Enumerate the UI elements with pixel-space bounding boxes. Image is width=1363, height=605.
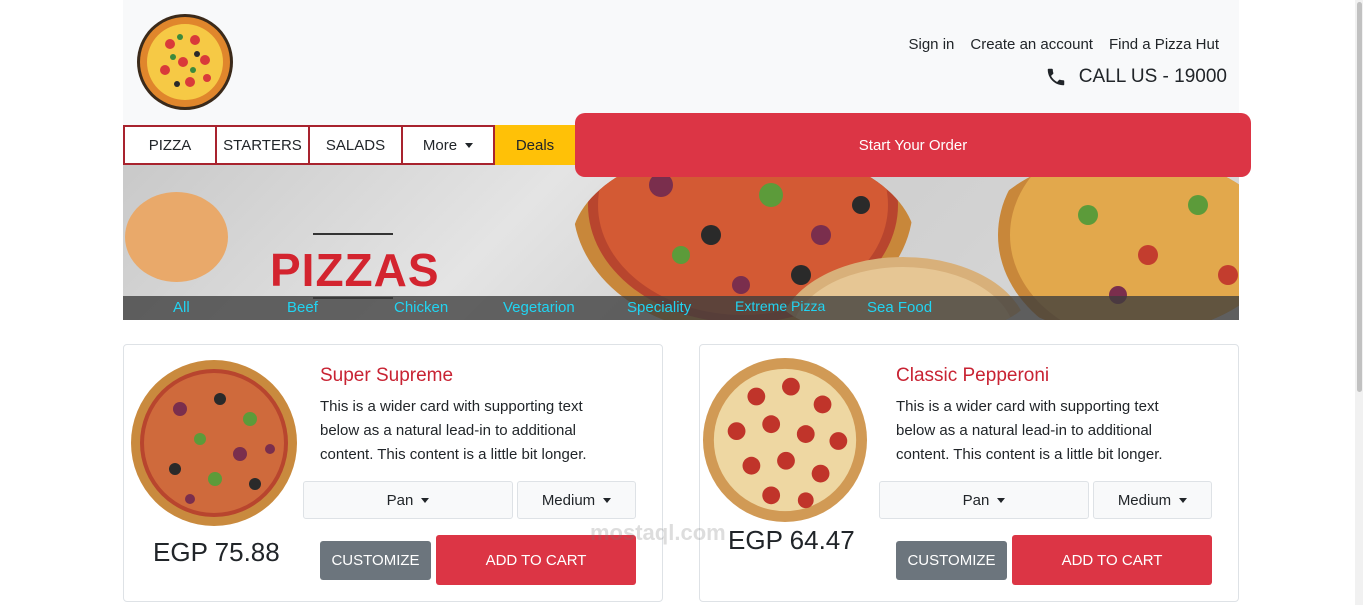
nav-pizza-button[interactable]: PIZZA xyxy=(123,125,217,165)
sign-in-link[interactable]: Sign in xyxy=(909,36,955,53)
product-description: This is a wider card with supporting tex… xyxy=(320,398,587,463)
caret-down-icon xyxy=(465,142,474,148)
call-us[interactable]: CALL US - 19000 xyxy=(1045,66,1227,88)
watermark: mostaql.com xyxy=(590,520,726,545)
size-value: Medium xyxy=(541,491,596,509)
category-speciality[interactable]: Speciality xyxy=(627,299,691,316)
create-account-link[interactable]: Create an account xyxy=(970,36,1093,53)
find-store-link[interactable]: Find a Pizza Hut xyxy=(1109,36,1219,53)
category-bar: All Beef Chicken Vegetarion Speciality E… xyxy=(123,296,1239,320)
classic-pepperoni-pizza-image xyxy=(702,357,868,523)
banner-title: PIZZAS xyxy=(270,244,440,296)
caret-down-icon xyxy=(1179,497,1188,503)
page: Sign in Create an account Find a Pizza H… xyxy=(123,0,1251,605)
product-card: Classic Pepperoni This is a wider card w… xyxy=(699,344,1239,602)
page-scrollbar[interactable] xyxy=(1355,0,1363,605)
caret-down-icon xyxy=(421,497,430,503)
crust-select[interactable]: Pan xyxy=(879,481,1089,519)
nav-deals-button[interactable]: Deals xyxy=(495,125,575,165)
category-chicken[interactable]: Chicken xyxy=(394,299,448,316)
nav-salads-button[interactable]: SALADS xyxy=(310,125,403,165)
banner-divider xyxy=(313,233,393,235)
crust-value: Pan xyxy=(386,491,414,509)
add-to-cart-button[interactable]: ADD TO CART xyxy=(1012,535,1212,585)
account-links: Sign in Create an account Find a Pizza H… xyxy=(909,36,1220,53)
category-beef[interactable]: Beef xyxy=(287,299,318,316)
customize-button[interactable]: CUSTOMIZE xyxy=(320,541,431,580)
category-all[interactable]: All xyxy=(173,299,190,316)
pizza-banner: PIZZAS All Beef Chicken Vegetarion Speci… xyxy=(123,165,1239,320)
crust-value: Pan xyxy=(962,491,990,509)
caret-down-icon xyxy=(997,497,1006,503)
nav-more-dropdown[interactable]: More xyxy=(403,125,495,165)
category-extreme-pizza[interactable]: Extreme Pizza xyxy=(735,298,825,314)
size-select[interactable]: Medium xyxy=(517,481,636,519)
size-value: Medium xyxy=(1117,491,1172,509)
nav-more-label: More xyxy=(422,136,458,154)
product-description: This is a wider card with supporting tex… xyxy=(896,398,1163,463)
product-price: EGP 75.88 xyxy=(153,537,280,567)
site-header: Sign in Create an account Find a Pizza H… xyxy=(123,0,1239,125)
customize-button[interactable]: CUSTOMIZE xyxy=(896,541,1007,580)
product-price: EGP 64.47 xyxy=(728,525,855,555)
call-label: CALL US - 19000 xyxy=(1078,66,1227,87)
banner-decoration xyxy=(125,192,228,282)
crust-select[interactable]: Pan xyxy=(303,481,513,519)
size-select[interactable]: Medium xyxy=(1093,481,1212,519)
pizza-logo[interactable] xyxy=(135,12,235,112)
main-nav: PIZZA STARTERS SALADS More Deals xyxy=(123,125,575,165)
category-vegetarian[interactable]: Vegetarion xyxy=(503,299,575,316)
phone-icon xyxy=(1047,68,1065,86)
product-title[interactable]: Super Supreme xyxy=(320,365,453,387)
product-title[interactable]: Classic Pepperoni xyxy=(896,365,1049,387)
scrollbar-thumb[interactable] xyxy=(1357,2,1362,392)
caret-down-icon xyxy=(603,497,612,503)
start-order-button[interactable]: Start Your Order xyxy=(575,113,1251,177)
category-sea-food[interactable]: Sea Food xyxy=(867,299,932,316)
product-card: Super Supreme This is a wider card with … xyxy=(123,344,663,602)
nav-starters-button[interactable]: STARTERS xyxy=(217,125,310,165)
super-supreme-pizza-image xyxy=(131,360,297,526)
